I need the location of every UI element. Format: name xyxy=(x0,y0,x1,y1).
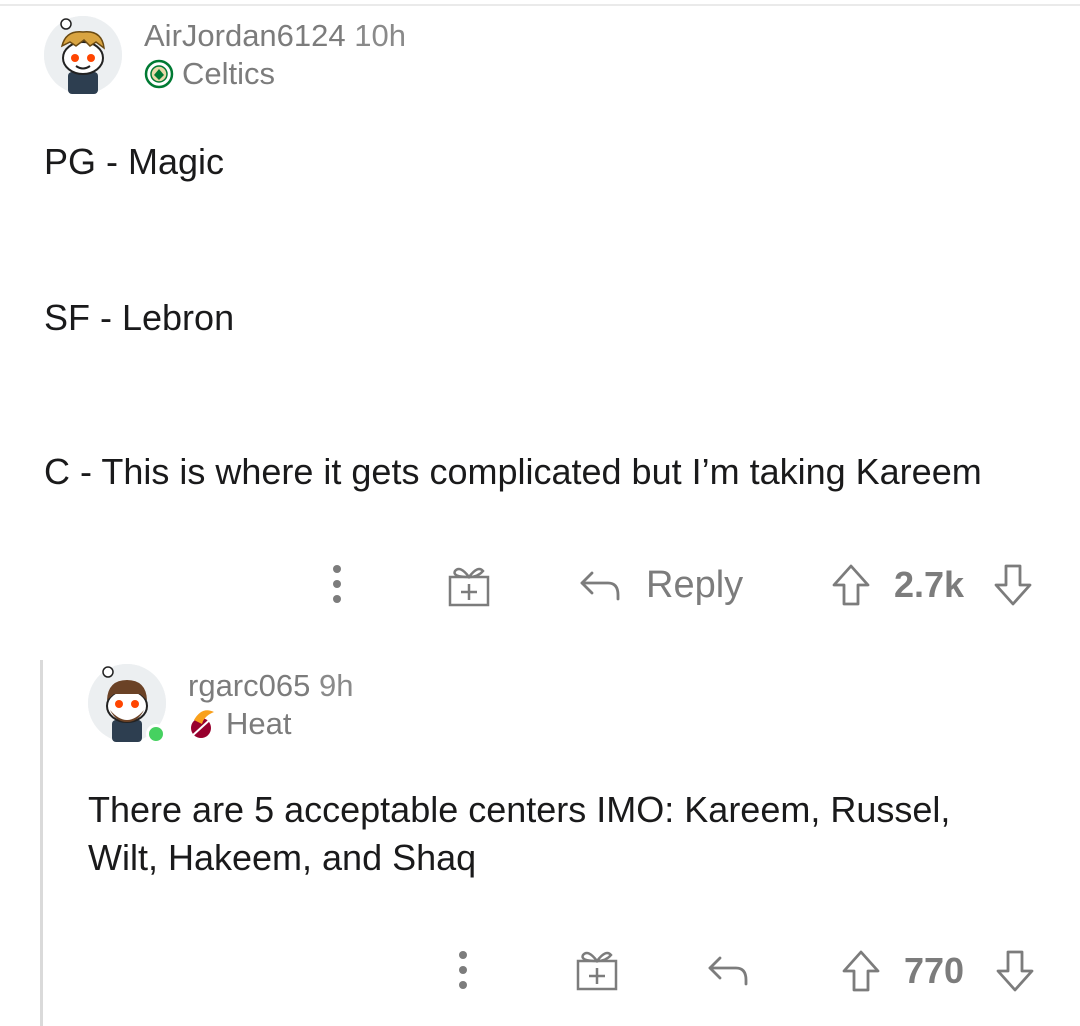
downvote-arrow-icon xyxy=(994,564,1032,606)
comment-age: 9h xyxy=(318,668,354,703)
comment-line: PG - Magic xyxy=(44,141,225,182)
reply-icon xyxy=(580,571,620,601)
comment-line: There are 5 acceptable centers IMO: Kare… xyxy=(88,789,951,830)
comment-line: C - This is where it gets complicated bu… xyxy=(44,451,982,492)
username[interactable]: rgarc065 xyxy=(188,668,310,703)
upvote-button[interactable] xyxy=(830,560,872,610)
more-vertical-icon xyxy=(333,565,341,603)
reply-button[interactable]: Reply xyxy=(578,560,743,610)
thread-line[interactable] xyxy=(40,660,43,1026)
downvote-arrow-icon xyxy=(996,950,1034,992)
user-flair: Celtics xyxy=(144,56,275,92)
celtics-logo-icon xyxy=(144,59,174,89)
vote-score: 2.7k xyxy=(894,564,965,605)
upvote-arrow-icon xyxy=(842,950,880,992)
vote-score: 770 xyxy=(904,950,965,991)
avatar[interactable] xyxy=(88,664,166,744)
comment-age: 10h xyxy=(354,18,406,53)
heat-logo-icon xyxy=(191,710,215,738)
username[interactable]: AirJordan6124 xyxy=(144,18,346,53)
username-line: rgarc065 9h xyxy=(188,668,353,704)
top-divider xyxy=(0,4,1080,6)
more-options-button[interactable] xyxy=(448,948,478,992)
award-button[interactable] xyxy=(572,946,622,992)
avatar[interactable] xyxy=(44,16,122,94)
more-vertical-icon xyxy=(459,951,467,989)
upvote-button[interactable] xyxy=(840,946,882,996)
comment-line: Wilt, Hakeem, and Shaq xyxy=(88,837,477,878)
reply-button[interactable] xyxy=(704,950,752,990)
comment-line: SF - Lebron xyxy=(44,297,235,338)
more-options-button[interactable] xyxy=(322,562,352,606)
upvote-arrow-icon xyxy=(832,564,870,606)
downvote-button[interactable] xyxy=(994,946,1036,996)
flair-text: Celtics xyxy=(182,56,276,91)
downvote-button[interactable] xyxy=(992,560,1034,610)
online-status-indicator xyxy=(146,724,166,744)
username-line: AirJordan6124 10h xyxy=(144,18,406,54)
flair-text: Heat xyxy=(226,706,292,741)
user-flair: Heat xyxy=(188,706,291,742)
snoo-avatar-icon xyxy=(44,16,122,94)
gift-icon xyxy=(448,567,490,607)
reply-label: Reply xyxy=(646,563,744,606)
award-button[interactable] xyxy=(444,562,494,608)
gift-icon xyxy=(576,951,618,991)
reply-icon xyxy=(708,956,748,986)
